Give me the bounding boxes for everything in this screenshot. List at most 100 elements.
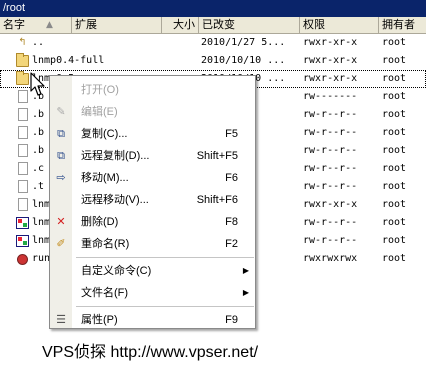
file-modified: 2010/10/10 ... — [201, 55, 286, 66]
file-owner: root — [382, 73, 407, 84]
rename-icon: ✐ — [56, 238, 66, 250]
file-owner: root — [382, 199, 407, 210]
menu-item-shortcut: F6 — [225, 172, 238, 184]
menu-item[interactable]: 文件名(F) ▶ — [50, 282, 255, 304]
file-owner: root — [382, 163, 407, 174]
file-icon — [18, 180, 28, 193]
submenu-arrow-icon: ▶ — [242, 266, 249, 275]
file-owner: root — [382, 181, 407, 192]
file-permissions: rw-r--r-- — [303, 127, 358, 138]
path-bar: /root — [0, 0, 426, 17]
column-header: 名字 ▲ 扩展 大小 已改变 权限 拥有者 — [0, 17, 426, 34]
file-permissions: rw------- — [303, 91, 358, 102]
properties-icon: ☰ — [56, 314, 66, 326]
column-perms-label: 权限 — [303, 18, 325, 31]
file-permissions: rw-r--r-- — [303, 181, 358, 192]
move-icon: ⇨ — [56, 172, 66, 184]
menu-item-label: 编辑(E) — [81, 106, 118, 118]
menu-item: 打开(O) — [50, 79, 255, 101]
file-name: lnmp0.4-full — [32, 55, 105, 66]
menu-item-shortcut: F8 — [225, 216, 238, 228]
file-owner: root — [382, 109, 407, 120]
column-modified[interactable]: 已改变 — [199, 17, 300, 33]
edit-icon: ✎ — [56, 106, 66, 118]
menu-item[interactable]: ⧉ 复制(C)... F5 — [50, 123, 255, 145]
sort-ascending-icon: ▲ — [46, 20, 53, 30]
file-modified: 2010/1/27 5... — [201, 37, 286, 48]
column-name[interactable]: 名字 ▲ — [0, 17, 72, 33]
file-icon — [18, 198, 28, 211]
menu-item-label: 复制(C)... — [81, 128, 128, 140]
file-icon — [18, 108, 28, 121]
file-permissions: rw-r--r-- — [303, 109, 358, 120]
archive-icon — [16, 235, 29, 247]
menu-item-label: 删除(D) — [81, 216, 119, 228]
file-icon — [18, 144, 28, 157]
file-owner: root — [382, 127, 407, 138]
file-owner: root — [382, 37, 407, 48]
menu-separator — [76, 257, 254, 258]
menu-item-label: 自定义命令(C) — [81, 265, 152, 277]
script-icon — [17, 254, 28, 265]
column-perms[interactable]: 权限 — [300, 17, 379, 33]
file-owner: root — [382, 91, 407, 102]
column-name-label: 名字 — [3, 18, 25, 31]
menu-item[interactable]: ✕ 删除(D) F8 — [50, 211, 255, 233]
file-owner: root — [382, 55, 407, 66]
file-row[interactable]: lnmp0.4-full 2010/10/10 ... rwxr-xr-x root — [0, 52, 426, 70]
menu-item[interactable]: 远程移动(V)... Shift+F6 — [50, 189, 255, 211]
menu-item-shortcut: Shift+F6 — [196, 194, 238, 206]
menu-item-label: 打开(O) — [81, 84, 119, 96]
file-icon — [18, 90, 28, 103]
file-owner: root — [382, 253, 407, 264]
file-permissions: rw-r--r-- — [303, 145, 358, 156]
menu-item[interactable]: ⇨ 移动(M)... F6 — [50, 167, 255, 189]
file-permissions: rw-r--r-- — [303, 235, 358, 246]
menu-item-shortcut: F2 — [225, 238, 238, 250]
delete-icon: ✕ — [56, 216, 66, 228]
up-folder-icon: ↰ — [18, 37, 27, 48]
menu-item[interactable]: 自定义命令(C) ▶ — [50, 260, 255, 282]
file-name: .. — [32, 37, 45, 48]
menu-item-label: 文件名(F) — [81, 287, 129, 299]
file-owner: root — [382, 217, 407, 228]
path-text: /root — [3, 2, 26, 14]
menu-item[interactable]: ☰ 属性(P) F9 — [50, 309, 255, 331]
file-icon — [18, 126, 28, 139]
file-permissions: rw-r--r-- — [303, 217, 358, 228]
column-size[interactable]: 大小 — [162, 17, 199, 33]
column-owner[interactable]: 拥有者 — [379, 17, 426, 33]
menu-item-shortcut: F5 — [225, 128, 238, 140]
menu-item-label: 远程复制(D)... — [81, 150, 150, 162]
column-size-label: 大小 — [173, 18, 195, 31]
context-menu: 打开(O) ✎ 编辑(E) ⧉ 复制(C)... F5 ⧉ 远程复制(D)... Shift+F… — [49, 75, 256, 329]
column-ext-label: 扩展 — [75, 18, 97, 31]
file-permissions: rwxr-xr-x — [303, 199, 358, 210]
copy-icon: ⧉ — [57, 128, 65, 140]
menu-item: ✎ 编辑(E) — [50, 101, 255, 123]
menu-item[interactable]: ⧉ 远程复制(D)... Shift+F5 — [50, 145, 255, 167]
menu-item-label: 属性(P) — [81, 314, 118, 326]
file-permissions: rwxrwxrwx — [303, 253, 358, 264]
folder-icon — [16, 53, 29, 67]
file-permissions: rwxr-xr-x — [303, 73, 358, 84]
column-ext[interactable]: 扩展 — [72, 17, 162, 33]
remote-copy-icon: ⧉ — [57, 150, 65, 162]
menu-item[interactable]: ✐ 重命名(R) F2 — [50, 233, 255, 255]
file-owner: root — [382, 235, 407, 246]
watermark-text: VPS侦探 http://www.vpser.net/ — [42, 344, 259, 361]
file-permissions: rwxr-xr-x — [303, 37, 358, 48]
folder-icon — [16, 71, 29, 85]
menu-item-label: 移动(M)... — [81, 172, 129, 184]
file-owner: root — [382, 145, 407, 156]
menu-item-label: 远程移动(V)... — [81, 194, 149, 206]
file-permissions: rwxr-xr-x — [303, 55, 358, 66]
menu-item-shortcut: Shift+F5 — [196, 150, 238, 162]
menu-item-label: 重命名(R) — [81, 238, 130, 250]
mouse-cursor-icon — [30, 72, 45, 96]
column-modified-label: 已改变 — [202, 18, 235, 31]
menu-separator — [76, 306, 254, 307]
menu-item-shortcut: F9 — [225, 314, 238, 326]
file-row[interactable]: ↰.. 2010/1/27 5... rwxr-xr-x root — [0, 34, 426, 52]
column-owner-label: 拥有者 — [382, 18, 415, 31]
